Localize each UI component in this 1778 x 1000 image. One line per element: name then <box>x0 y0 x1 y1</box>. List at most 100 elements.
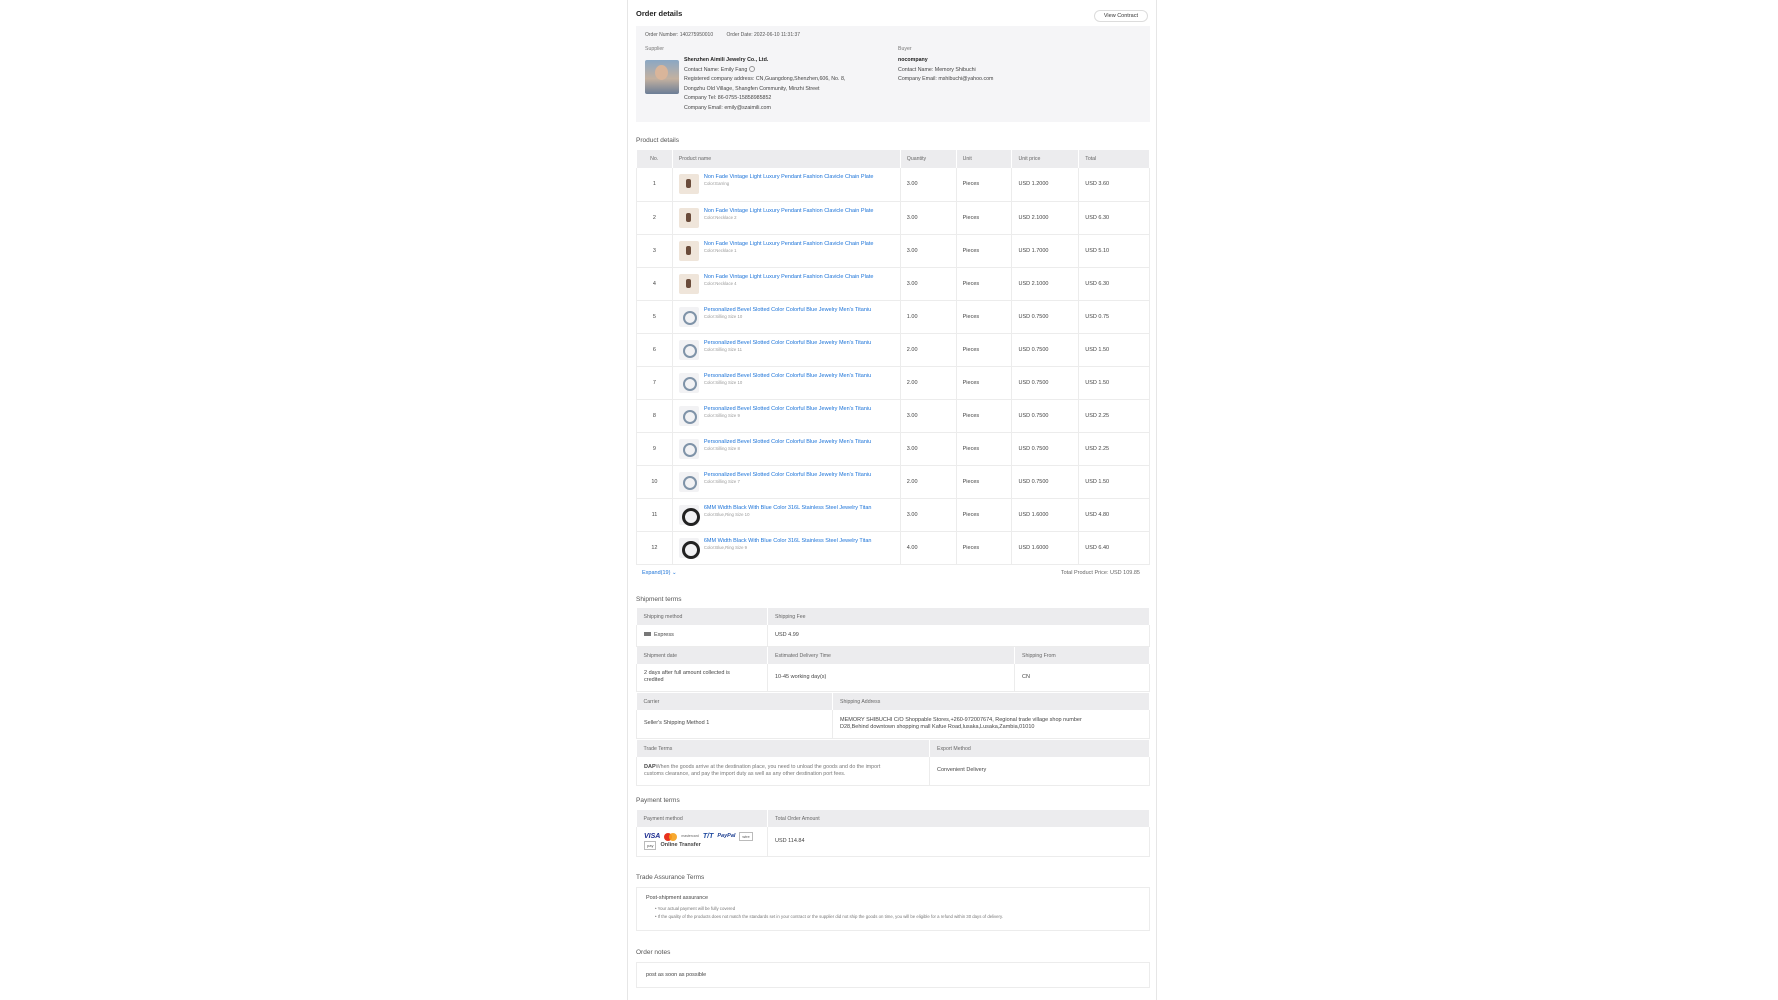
product-link[interactable]: Non Fade Vintage Light Luxury Pendant Fa… <box>704 174 894 181</box>
product-thumbnail[interactable] <box>678 207 699 228</box>
total-order-amount: USD 114.84 <box>767 827 1150 857</box>
row-quantity: 3.00 <box>900 168 957 202</box>
shipping-from: CN <box>1014 664 1150 692</box>
row-unit-price: USD 0.7500 <box>1011 333 1080 367</box>
trade-terms: DAPWhen the goods arrive at the destinat… <box>636 757 930 786</box>
info-icon[interactable] <box>748 66 755 73</box>
product-link[interactable]: Non Fade Vintage Light Luxury Pendant Fa… <box>704 274 894 281</box>
shipping-fee: USD 4.99 <box>767 625 1150 647</box>
order-notes-title: Order notes <box>636 949 671 956</box>
buyer-email: Company Email: mshibuchi@yahoo.com <box>898 76 994 83</box>
row-quantity: 3.00 <box>900 399 957 433</box>
expand-link[interactable]: Expand(19) ⌄ <box>642 570 677 576</box>
supplier-contact: Contact Name: Emily Fang <box>684 66 845 76</box>
product-link[interactable]: Personalized Bevel Slotted Color Colorfu… <box>704 406 894 413</box>
product-thumbnail[interactable] <box>678 372 699 393</box>
row-total: USD 5.10 <box>1078 234 1150 268</box>
row-unit: Pieces <box>956 399 1013 433</box>
product-thumbnail[interactable] <box>678 504 700 526</box>
view-contract-button[interactable]: View Contract <box>1093 10 1148 22</box>
row-no: 12 <box>636 531 673 565</box>
product-variant: Color:Silling Size 10 <box>703 379 743 385</box>
row-no: 2 <box>636 201 673 235</box>
product-thumbnail[interactable] <box>678 174 699 195</box>
row-product: Non Fade Vintage Light Luxury Pendant Fa… <box>672 267 901 301</box>
row-unit-price: USD 1.7000 <box>1011 234 1080 268</box>
trade-assurance-box: Post-shipment assurance • Your actual pa… <box>636 887 1150 931</box>
row-total: USD 6.30 <box>1078 267 1150 301</box>
col-unit: Unit <box>956 150 1013 168</box>
payment-terms-title: Payment terms <box>636 797 680 804</box>
row-total: USD 1.50 <box>1078 465 1150 499</box>
product-link[interactable]: Personalized Bevel Slotted Color Colorfu… <box>704 307 894 314</box>
product-thumbnail[interactable] <box>678 537 700 559</box>
supplier-label: Supplier <box>645 46 665 52</box>
row-unit: Pieces <box>956 234 1013 268</box>
row-product: Non Fade Vintage Light Luxury Pendant Fa… <box>672 201 901 235</box>
product-link[interactable]: Personalized Bevel Slotted Color Colorfu… <box>704 340 894 347</box>
product-thumbnail[interactable] <box>678 273 699 294</box>
row-product: 6MM Width Black With Blue Color 316L Sta… <box>672 498 901 532</box>
product-thumbnail[interactable] <box>678 339 699 360</box>
product-variant: Color:Earring <box>703 181 730 187</box>
tt-icon: T/T <box>702 833 714 841</box>
order-notes-box: post as soon as possible <box>636 962 1150 988</box>
row-total: USD 6.40 <box>1078 531 1150 565</box>
row-total: USD 2.25 <box>1078 432 1150 466</box>
row-unit: Pieces <box>956 267 1013 301</box>
shipment-date: 2 days after full amount collected is cre… <box>636 664 768 692</box>
product-thumbnail[interactable] <box>678 240 699 261</box>
product-thumbnail[interactable] <box>678 438 699 459</box>
row-unit-price: USD 2.1000 <box>1011 267 1080 301</box>
carrier-table: Carrier Shipping Address Seller's Shippin… <box>636 693 1150 739</box>
row-product: Personalized Bevel Slotted Color Colorfu… <box>672 366 901 400</box>
table-row: 9 Personalized Bevel Slotted Color Colorf… <box>636 432 1150 466</box>
product-link[interactable]: Personalized Bevel Slotted Color Colorfu… <box>704 373 894 380</box>
row-quantity: 3.00 <box>900 267 957 301</box>
payment-method-header: Payment method <box>636 810 768 827</box>
row-no: 10 <box>636 465 673 499</box>
row-quantity: 1.00 <box>900 300 957 334</box>
shipping-method-header: Shipping method <box>636 608 768 625</box>
eta: 10-45 working day(s) <box>767 664 1015 692</box>
buyer-label: Buyer <box>898 46 912 52</box>
supplier-address-1: Registered company address: CN,Guangdong… <box>684 76 846 83</box>
payment-table: Payment method Total Order Amount VISA ma… <box>636 810 1150 857</box>
product-thumbnail[interactable] <box>678 306 699 327</box>
product-link[interactable]: Non Fade Vintage Light Luxury Pendant Fa… <box>704 208 894 215</box>
product-link[interactable]: 6MM Width Black With Blue Color 316L Sta… <box>704 505 894 512</box>
order-notes-text: post as soon as possible <box>646 972 707 978</box>
row-quantity: 3.00 <box>900 201 957 235</box>
product-thumbnail[interactable] <box>678 471 699 492</box>
row-unit-price: USD 2.1000 <box>1011 201 1080 235</box>
row-unit: Pieces <box>956 531 1013 565</box>
row-unit: Pieces <box>956 465 1013 499</box>
product-table-header: No. Product name Quantity Unit Unit pric… <box>636 150 1150 168</box>
row-quantity: 4.00 <box>900 531 957 565</box>
row-quantity: 3.00 <box>900 234 957 268</box>
product-thumbnail[interactable] <box>678 405 699 426</box>
supplier-email: Company Email: emily@szaimili.com <box>684 104 771 111</box>
table-row: 8 Personalized Bevel Slotted Color Colorf… <box>636 399 1150 433</box>
row-unit: Pieces <box>956 300 1013 334</box>
row-no: 6 <box>636 333 673 367</box>
row-product: 6MM Width Black With Blue Color 316L Sta… <box>672 531 901 565</box>
shipping-method-cell: Express <box>636 625 768 647</box>
product-link[interactable]: Non Fade Vintage Light Luxury Pendant Fa… <box>704 241 894 248</box>
product-link[interactable]: 6MM Width Black With Blue Color 316L Sta… <box>704 538 894 545</box>
shipping-method-table: Shipping method Shipping Fee Express USD 4… <box>636 608 1150 647</box>
row-unit: Pieces <box>956 168 1013 202</box>
row-unit-price: USD 0.7500 <box>1011 432 1080 466</box>
assurance-bullet-1: • Your actual payment will be fully cove… <box>655 906 736 911</box>
product-link[interactable]: Personalized Bevel Slotted Color Colorfu… <box>704 472 894 479</box>
row-quantity: 2.00 <box>900 366 957 400</box>
row-total: USD 6.30 <box>1078 201 1150 235</box>
order-meta: Order Number: 140275950010 Order Date: 2… <box>645 32 812 38</box>
row-unit: Pieces <box>956 201 1013 235</box>
chevron-down-icon: ⌄ <box>671 570 677 576</box>
shipment-date-header: Shipment date <box>636 647 768 664</box>
row-no: 8 <box>636 399 673 433</box>
product-variant: Color:Necklace 2 <box>703 214 737 220</box>
carrier: Seller's Shipping Method 1 <box>636 710 833 739</box>
product-link[interactable]: Personalized Bevel Slotted Color Colorfu… <box>704 439 894 446</box>
